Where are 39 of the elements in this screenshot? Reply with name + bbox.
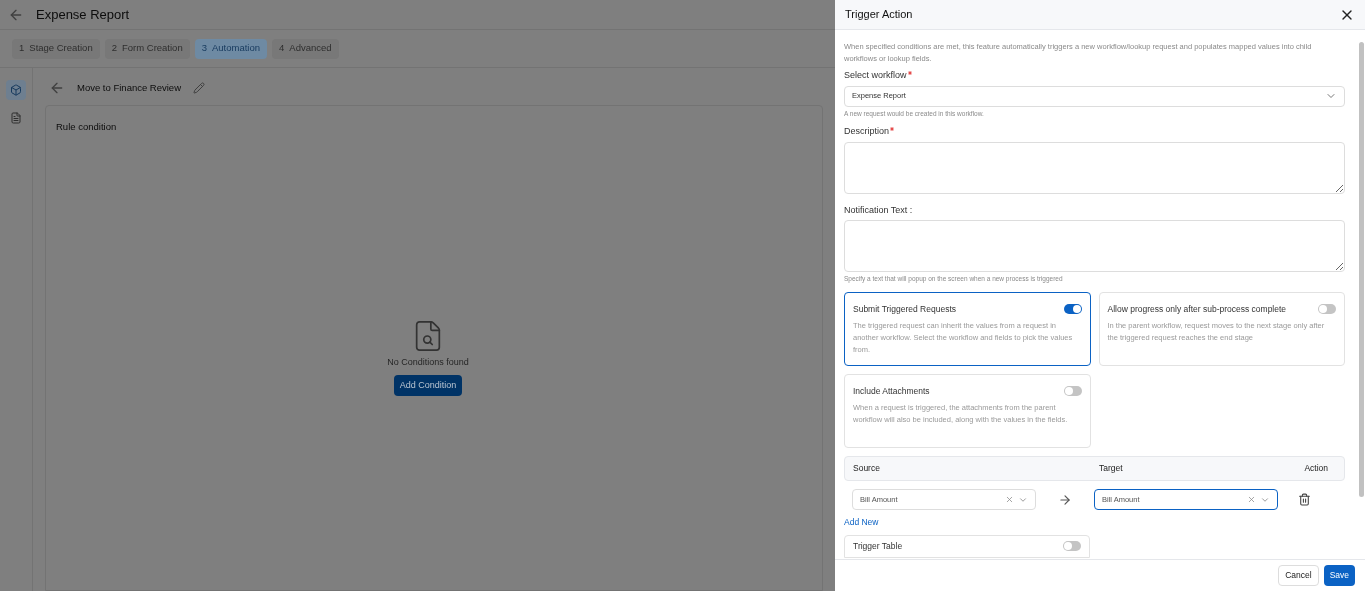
toggle-switch[interactable] <box>1063 304 1082 315</box>
document-icon <box>10 112 22 124</box>
cube-icon <box>10 84 22 96</box>
step-tab[interactable]: 4 Advanced <box>272 38 339 59</box>
column-header: Source <box>853 462 881 475</box>
toggle-switch[interactable] <box>1063 386 1082 397</box>
drawer-title: Trigger Action <box>845 7 913 23</box>
back-icon[interactable] <box>49 80 65 96</box>
required-asterisk-icon <box>890 127 895 132</box>
page-title: Expense Report <box>36 5 130 24</box>
toggle-switch[interactable] <box>1318 304 1336 315</box>
option-title: Submit Triggered Requests <box>853 303 956 316</box>
edit-icon[interactable] <box>193 82 206 94</box>
save-button[interactable]: Save <box>1323 565 1355 586</box>
clear-icon[interactable] <box>1247 495 1256 504</box>
description-field[interactable] <box>844 141 1345 194</box>
delete-icon[interactable] <box>1298 493 1311 506</box>
notification-field[interactable] <box>844 220 1345 273</box>
cancel-button[interactable]: Cancel <box>1278 565 1319 586</box>
field-label: Select workflow <box>844 69 907 82</box>
step-tab[interactable]: 1 Stage Creation <box>12 38 100 59</box>
clear-icon[interactable] <box>1005 495 1014 504</box>
required-asterisk-icon <box>907 71 912 75</box>
panel-title: Rule condition <box>56 120 118 134</box>
toggle-switch[interactable] <box>1063 541 1081 552</box>
add-new-link[interactable]: Add New <box>844 516 1345 529</box>
empty-message: No Conditions found <box>387 356 469 370</box>
step-tab[interactable]: 2 Form Creation <box>104 38 190 59</box>
option-title: Allow progress only after sub-process complete <box>1107 303 1287 316</box>
option-title: Include Attachments <box>853 385 930 398</box>
column-header: Target <box>1099 462 1124 475</box>
step-tab[interactable]: 3 Automation <box>194 38 268 59</box>
field-label: Notification Text : <box>844 203 913 217</box>
cube-tab[interactable] <box>6 80 26 100</box>
option-title: Trigger Table <box>853 539 903 553</box>
rule-title: Move to Finance Review <box>77 80 182 95</box>
field-label: Description <box>844 125 890 139</box>
column-header: Action <box>1303 462 1329 475</box>
add-condition-button[interactable]: Add Condition <box>393 374 463 397</box>
